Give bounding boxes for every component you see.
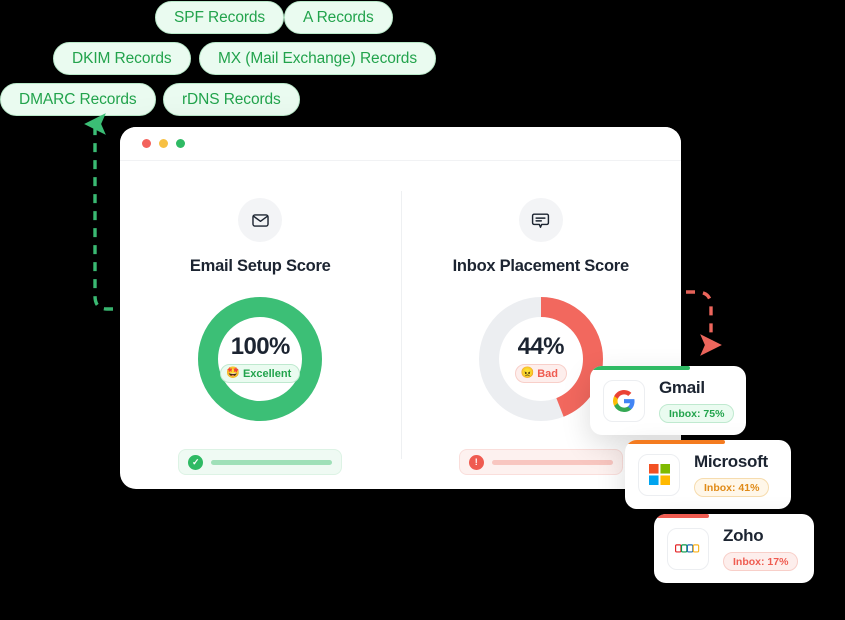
card-body: Email Setup Score 100% 🤩 Excellent ✓ Inb… bbox=[120, 161, 681, 489]
angry-emoji-icon: 😠 bbox=[520, 367, 535, 379]
window-titlebar bbox=[120, 127, 681, 161]
provider-card-zoho[interactable]: Zoho Inbox: 17% bbox=[654, 514, 814, 583]
score-badge-inbox-placement: 😠 Bad bbox=[514, 364, 567, 383]
inbox-badge-microsoft: Inbox: 41% bbox=[694, 478, 770, 497]
provider-name-microsoft: Microsoft bbox=[694, 452, 768, 471]
panel-title-email-setup: Email Setup Score bbox=[189, 257, 331, 275]
progress-track-inbox-placement bbox=[491, 459, 613, 465]
accent-bar-microsoft bbox=[625, 440, 725, 444]
provider-card-gmail[interactable]: Gmail Inbox: 75% bbox=[590, 366, 746, 435]
donut-center-email-setup: 100% 🤩 Excellent bbox=[196, 295, 324, 423]
microsoft-squares-icon bbox=[638, 453, 680, 496]
progress-bar-email-setup: ✓ bbox=[178, 449, 343, 475]
window-dot-maximize[interactable] bbox=[176, 139, 185, 148]
progress-track-email-setup bbox=[211, 459, 333, 465]
donut-center-inbox-placement: 44% 😠 Bad bbox=[477, 295, 605, 423]
score-badge-label-inbox-placement: Bad bbox=[537, 367, 558, 380]
provider-name-zoho: Zoho bbox=[723, 526, 764, 545]
screenshot-root: SPF Records A Records DKIM Records MX (M… bbox=[0, 0, 845, 620]
panel-email-setup-score: Email Setup Score 100% 🤩 Excellent ✓ bbox=[120, 161, 401, 489]
accent-bar-zoho bbox=[654, 514, 709, 518]
google-g-icon bbox=[603, 379, 645, 422]
chat-bubble-icon bbox=[518, 198, 563, 242]
check-icon: ✓ bbox=[188, 454, 204, 470]
provider-info-microsoft: Microsoft Inbox: 41% bbox=[694, 452, 770, 497]
record-pill-spf[interactable]: SPF Records bbox=[155, 1, 285, 34]
donut-inbox-placement: 44% 😠 Bad bbox=[477, 295, 605, 423]
provider-info-gmail: Gmail Inbox: 75% bbox=[659, 378, 735, 423]
score-badge-email-setup: 🤩 Excellent bbox=[220, 364, 301, 383]
window-dot-close[interactable] bbox=[142, 139, 151, 148]
inbox-badge-gmail: Inbox: 75% bbox=[659, 404, 735, 423]
zoho-icon bbox=[667, 527, 709, 570]
window-dot-minimize[interactable] bbox=[159, 139, 168, 148]
progress-bar-inbox-placement: ! bbox=[458, 449, 623, 475]
main-dashboard-card: Email Setup Score 100% 🤩 Excellent ✓ Inb… bbox=[120, 127, 681, 489]
provider-card-microsoft[interactable]: Microsoft Inbox: 41% bbox=[625, 440, 791, 509]
record-pill-mx[interactable]: MX (Mail Exchange) Records bbox=[199, 42, 436, 75]
record-pill-dkim[interactable]: DKIM Records bbox=[53, 42, 191, 75]
donut-email-setup: 100% 🤩 Excellent bbox=[196, 295, 324, 423]
record-pill-a[interactable]: A Records bbox=[284, 1, 393, 34]
panel-title-inbox-placement: Inbox Placement Score bbox=[452, 257, 630, 275]
score-value-email-setup: 100% bbox=[230, 333, 291, 360]
record-pill-rdns[interactable]: rDNS Records bbox=[163, 83, 300, 116]
inbox-badge-zoho: Inbox: 17% bbox=[723, 552, 799, 571]
score-value-inbox-placement: 44% bbox=[517, 333, 565, 360]
provider-name-gmail: Gmail bbox=[659, 378, 705, 397]
accent-bar-gmail bbox=[590, 366, 690, 370]
excellent-emoji-icon: 🤩 bbox=[226, 367, 240, 379]
record-pill-dmarc[interactable]: DMARC Records bbox=[0, 83, 156, 116]
provider-info-zoho: Zoho Inbox: 17% bbox=[723, 526, 799, 571]
score-badge-label-email-setup: Excellent bbox=[242, 367, 292, 380]
alert-icon: ! bbox=[468, 454, 484, 470]
envelope-icon bbox=[238, 198, 283, 242]
